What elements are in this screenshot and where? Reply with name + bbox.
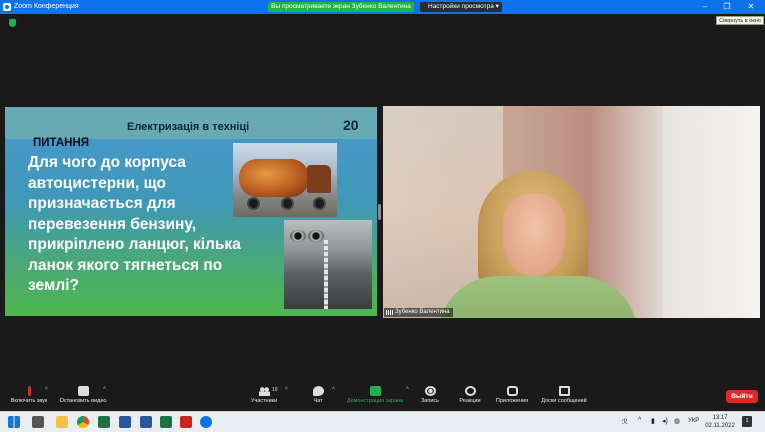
excel-icon-2[interactable] bbox=[160, 416, 172, 428]
slide-section-title: ПИТАННЯ bbox=[33, 137, 90, 149]
minimize-button[interactable]: – bbox=[695, 0, 715, 14]
shared-screen-slide: Електризація в техніці 20 ПИТАННЯ Для чо… bbox=[5, 107, 377, 316]
apps-label: Приложения bbox=[495, 398, 529, 404]
zoom-window: Zoom Конференция Вы просматриваете экран… bbox=[0, 0, 765, 432]
file-explorer-icon[interactable] bbox=[56, 416, 68, 428]
shield-icon[interactable] bbox=[9, 19, 16, 27]
slide-question-text: Для чого до корпуса автоцистерни, що при… bbox=[28, 154, 241, 294]
windows-start-icon[interactable] bbox=[8, 416, 20, 428]
minimize-to-window-tooltip: Свернуть в окно bbox=[716, 16, 764, 25]
close-button[interactable]: ✕ bbox=[741, 0, 761, 14]
view-options-label: Настройки просмотра bbox=[428, 3, 494, 10]
split-view-handle[interactable] bbox=[378, 204, 381, 220]
participants-label: Участники bbox=[250, 398, 278, 404]
participant-name-tag: Зубенко Валентина bbox=[384, 308, 453, 317]
outlook-icon[interactable] bbox=[119, 416, 131, 428]
signal-icon bbox=[386, 310, 393, 315]
reactions-icon bbox=[464, 386, 476, 396]
task-view-icon[interactable] bbox=[32, 416, 44, 428]
language-indicator[interactable]: УКР bbox=[688, 418, 699, 432]
whiteboard-label: Доски сообщений bbox=[541, 398, 587, 404]
chat-button[interactable]: Чат bbox=[306, 384, 330, 410]
network-icon[interactable]: ◍ bbox=[674, 417, 680, 432]
record-button[interactable]: Запись bbox=[418, 384, 442, 410]
acrobat-icon[interactable] bbox=[180, 416, 192, 428]
window-title: Zoom Конференция bbox=[14, 3, 79, 10]
apps-icon bbox=[506, 386, 518, 396]
share-options-caret[interactable]: ^ bbox=[406, 387, 409, 393]
leave-button[interactable]: Выйти bbox=[726, 390, 758, 403]
restore-button[interactable]: ❐ bbox=[717, 0, 737, 14]
record-icon bbox=[424, 386, 436, 396]
battery-icon[interactable]: ▮ bbox=[651, 417, 655, 432]
whiteboard-button[interactable]: Доски сообщений bbox=[536, 384, 592, 410]
chat-label: Чат bbox=[313, 398, 323, 404]
word-icon[interactable] bbox=[140, 416, 152, 428]
stop-video-label: Остановить видео bbox=[59, 398, 107, 404]
mic-muted-icon bbox=[27, 386, 31, 396]
exhaust-chain-image bbox=[284, 220, 372, 309]
volume-icon[interactable]: ◂) bbox=[662, 417, 668, 432]
chat-icon bbox=[312, 386, 324, 396]
record-label: Запись bbox=[420, 398, 440, 404]
share-screen-label: Демонстрация экрана bbox=[346, 398, 404, 404]
reactions-label: Реакции bbox=[459, 398, 481, 404]
chrome-icon[interactable] bbox=[77, 416, 89, 428]
chat-options-caret[interactable]: ^ bbox=[332, 387, 335, 393]
whiteboard-icon bbox=[558, 386, 570, 396]
fuel-truck-image bbox=[233, 143, 337, 217]
zoom-taskbar-icon[interactable] bbox=[200, 416, 212, 428]
share-screen-button[interactable]: Демонстрация экрана bbox=[343, 384, 407, 410]
participants-icon bbox=[258, 386, 270, 396]
participants-count: 19 bbox=[272, 387, 278, 393]
participants-options-caret[interactable]: ^ bbox=[285, 387, 288, 393]
screen-share-notice: Вы просматриваете экран Зубенко Валентин… bbox=[268, 2, 414, 12]
slide-heading: Електризація в техніці bbox=[127, 121, 250, 133]
reactions-button[interactable]: Реакции bbox=[456, 384, 484, 410]
stop-video-button[interactable]: Остановить видео bbox=[56, 384, 110, 410]
video-options-caret[interactable]: ^ bbox=[103, 387, 106, 393]
view-options-button[interactable]: Настройки просмотра ▾ bbox=[420, 2, 502, 12]
excel-icon[interactable] bbox=[98, 416, 110, 428]
windows-taskbar: ℛ ^ ▮ ◂) ◍ УКР 13:17 02.11.2022 1 bbox=[0, 411, 765, 432]
title-bar: Zoom Конференция Вы просматриваете экран… bbox=[0, 0, 765, 14]
people-icon[interactable]: ℛ bbox=[622, 418, 628, 432]
participant-name: Зубенко Валентина bbox=[395, 309, 450, 315]
notification-center-icon[interactable]: 1 bbox=[742, 416, 752, 427]
camera-icon bbox=[77, 386, 89, 396]
slide-number: 20 bbox=[343, 117, 359, 133]
clock-time: 13:17 bbox=[712, 415, 728, 421]
unmute-label: Включить звук bbox=[10, 398, 48, 404]
zoom-app-icon bbox=[3, 3, 11, 11]
audio-options-caret[interactable]: ^ bbox=[45, 387, 48, 393]
show-hidden-icons[interactable]: ^ bbox=[638, 417, 641, 432]
meeting-toolbar: Включить звук ^ Остановить видео ^ Участ… bbox=[0, 384, 765, 410]
system-clock[interactable]: 13:17 02.11.2022 bbox=[704, 414, 736, 430]
apps-button[interactable]: Приложения bbox=[493, 384, 531, 410]
share-screen-icon bbox=[369, 386, 381, 396]
clock-date: 02.11.2022 bbox=[705, 423, 735, 429]
participant-video: Зубенко Валентина bbox=[383, 106, 760, 318]
